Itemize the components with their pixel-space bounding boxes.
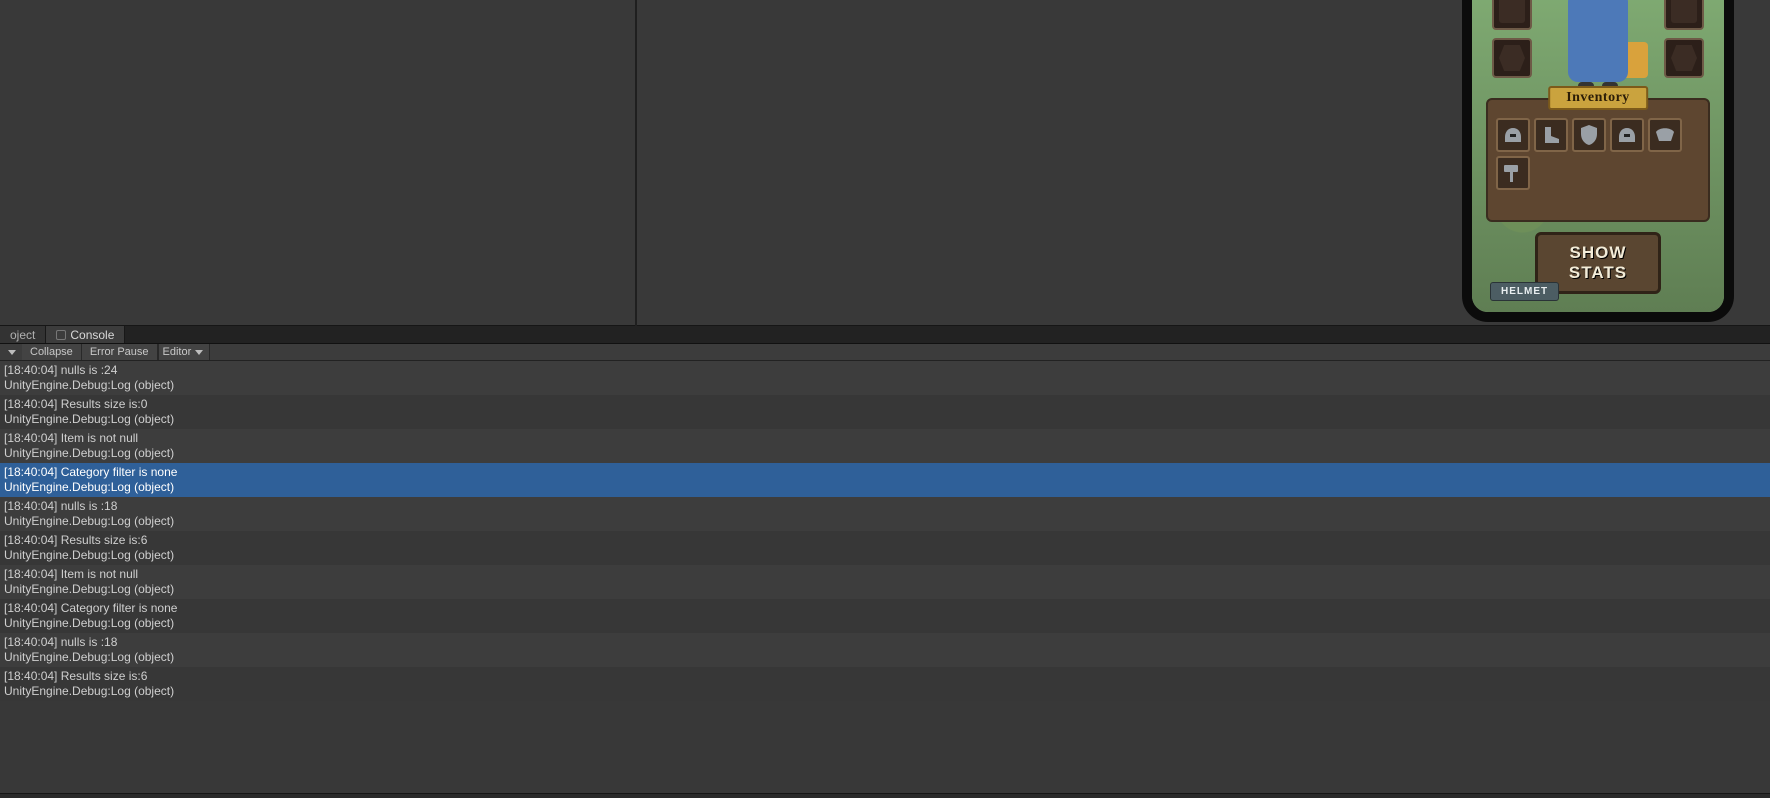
console-log-row[interactable]: [18:40:04] nulls is :18UnityEngine.Debug…: [0, 497, 1770, 531]
tab-console[interactable]: Console: [46, 326, 125, 343]
tab-project-label: oject: [10, 328, 35, 342]
log-message: [18:40:04] Item is not null: [4, 567, 1766, 582]
game-preview-device: Inventory SHOW STATS HELMET: [1462, 0, 1734, 322]
inventory-panel: Inventory: [1486, 98, 1710, 222]
inventory-slot-shield[interactable]: [1572, 118, 1606, 152]
collapse-button[interactable]: Collapse: [22, 344, 82, 360]
viewport-splitter[interactable]: [635, 0, 637, 326]
editor-viewport: Inventory SHOW STATS HELMET: [0, 0, 1770, 326]
inventory-title: Inventory: [1548, 86, 1648, 110]
log-source: UnityEngine.Debug:Log (object): [4, 582, 1766, 597]
panel-tabbar: oject Console: [0, 326, 1770, 344]
console-log-row[interactable]: [18:40:04] Category filter is noneUnityE…: [0, 463, 1770, 497]
status-bar: [0, 793, 1770, 798]
equip-slot-gloves-right[interactable]: [1664, 38, 1704, 78]
tab-console-label: Console: [70, 328, 114, 342]
log-message: [18:40:04] Results size is:6: [4, 533, 1766, 548]
equip-slot-top-left[interactable]: [1492, 0, 1532, 30]
equip-slot-top-right[interactable]: [1664, 0, 1704, 30]
console-toolbar: Collapse Error Pause Editor: [0, 344, 1770, 361]
inventory-slot-pauldron[interactable]: [1648, 118, 1682, 152]
console-log-row[interactable]: [18:40:04] Category filter is noneUnityE…: [0, 599, 1770, 633]
inventory-slot-helmet2[interactable]: [1610, 118, 1644, 152]
console-icon: [56, 330, 66, 340]
editor-dropdown-label: Editor: [163, 346, 192, 358]
inventory-slot-helmet[interactable]: [1496, 118, 1530, 152]
log-source: UnityEngine.Debug:Log (object): [4, 514, 1766, 529]
log-message: [18:40:04] Category filter is none: [4, 601, 1766, 616]
chevron-down-icon: [8, 350, 16, 355]
console-log-row[interactable]: [18:40:04] nulls is :18UnityEngine.Debug…: [0, 633, 1770, 667]
log-message: [18:40:04] Results size is:0: [4, 397, 1766, 412]
console-log-row[interactable]: [18:40:04] Results size is:0UnityEngine.…: [0, 395, 1770, 429]
console-log-row[interactable]: [18:40:04] Item is not nullUnityEngine.D…: [0, 429, 1770, 463]
editor-dropdown[interactable]: Editor: [158, 344, 211, 360]
console-log-row[interactable]: [18:40:04] nulls is :24UnityEngine.Debug…: [0, 361, 1770, 395]
log-source: UnityEngine.Debug:Log (object): [4, 378, 1766, 393]
log-source: UnityEngine.Debug:Log (object): [4, 650, 1766, 665]
log-source: UnityEngine.Debug:Log (object): [4, 446, 1766, 461]
log-message: [18:40:04] nulls is :18: [4, 635, 1766, 650]
equip-slot-gloves-left[interactable]: [1492, 38, 1532, 78]
helmet-chip[interactable]: HELMET: [1490, 282, 1559, 301]
error-pause-button[interactable]: Error Pause: [82, 344, 158, 360]
tab-project[interactable]: oject: [0, 326, 46, 343]
console-log-list[interactable]: [18:40:04] nulls is :24UnityEngine.Debug…: [0, 361, 1770, 793]
log-message: [18:40:04] nulls is :18: [4, 499, 1766, 514]
log-source: UnityEngine.Debug:Log (object): [4, 684, 1766, 699]
log-source: UnityEngine.Debug:Log (object): [4, 616, 1766, 631]
chevron-down-icon: [195, 350, 203, 355]
inventory-slot-hammer[interactable]: [1496, 156, 1530, 190]
log-message: [18:40:04] nulls is :24: [4, 363, 1766, 378]
log-source: UnityEngine.Debug:Log (object): [4, 548, 1766, 563]
inventory-slot-boots[interactable]: [1534, 118, 1568, 152]
log-message: [18:40:04] Results size is:6: [4, 669, 1766, 684]
log-source: UnityEngine.Debug:Log (object): [4, 412, 1766, 427]
log-message: [18:40:04] Item is not null: [4, 431, 1766, 446]
console-log-row[interactable]: [18:40:04] Results size is:6UnityEngine.…: [0, 667, 1770, 701]
console-log-row[interactable]: [18:40:04] Results size is:6UnityEngine.…: [0, 531, 1770, 565]
console-clear-dropdown[interactable]: [0, 344, 22, 360]
log-message: [18:40:04] Category filter is none: [4, 465, 1766, 480]
log-source: UnityEngine.Debug:Log (object): [4, 480, 1766, 495]
console-log-row[interactable]: [18:40:04] Item is not nullUnityEngine.D…: [0, 565, 1770, 599]
